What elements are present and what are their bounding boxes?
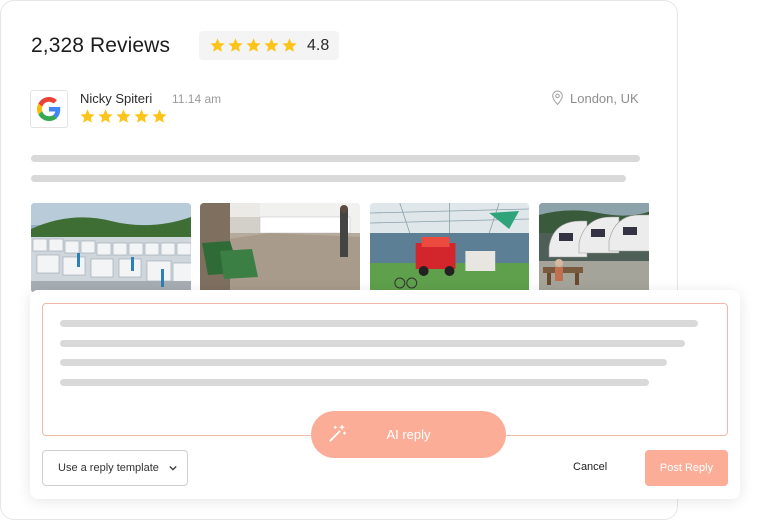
star-icon (151, 108, 168, 125)
caravan-display-photo (539, 203, 649, 293)
overall-rating-stars (209, 37, 298, 54)
review-rating-stars (79, 108, 168, 125)
review-photo[interactable] (31, 203, 191, 293)
cancel-button[interactable]: Cancel (573, 461, 607, 473)
reply-text-placeholder-line (60, 359, 667, 366)
star-icon (263, 37, 280, 54)
reply-text-placeholder-line (60, 379, 649, 386)
review-text-placeholder-line (31, 175, 626, 182)
ai-reply-button[interactable]: AI reply (311, 411, 506, 458)
reply-text-placeholder-line (60, 340, 685, 347)
star-icon (79, 108, 96, 125)
review-photos (31, 203, 649, 293)
review-photo[interactable] (200, 203, 360, 293)
review-time: 11.14 am (172, 92, 222, 106)
location-text: London, UK (570, 90, 639, 106)
google-icon (37, 97, 61, 121)
overall-rating-value: 4.8 (307, 36, 330, 54)
review-text-placeholder-line (31, 155, 640, 162)
review-location: London, UK (551, 90, 639, 106)
indoor-exhibition-photo (370, 203, 529, 293)
review-photo[interactable] (370, 203, 529, 293)
caravan-park-photo (31, 203, 191, 293)
reply-panel: AI reply Use a reply template Cancel Pos… (30, 290, 740, 499)
location-pin-icon (552, 90, 563, 106)
star-icon (227, 37, 244, 54)
post-reply-button[interactable]: Post Reply (645, 450, 728, 486)
overall-rating-badge: 4.8 (199, 31, 340, 60)
ai-reply-label: AI reply (386, 427, 431, 442)
reviews-count-title: 2,328 Reviews (31, 34, 171, 57)
reply-text-placeholder-line (60, 320, 698, 327)
star-icon (209, 37, 226, 54)
chevron-down-icon (169, 465, 177, 471)
star-icon (97, 108, 114, 125)
star-icon (115, 108, 132, 125)
review-photo[interactable] (539, 203, 649, 293)
showroom-interior-photo (200, 203, 360, 293)
star-icon (281, 37, 298, 54)
magic-wand-icon (329, 425, 346, 442)
star-icon (133, 108, 150, 125)
review-source-avatar (30, 90, 68, 128)
reviewer-name: Nicky Spiteri (80, 91, 153, 106)
star-icon (245, 37, 262, 54)
reply-template-select[interactable]: Use a reply template (42, 450, 188, 486)
stage: 2,328 Reviews 4.8 Nicky Spiteri 11.14 am (0, 0, 764, 529)
reply-template-label: Use a reply template (58, 462, 159, 474)
